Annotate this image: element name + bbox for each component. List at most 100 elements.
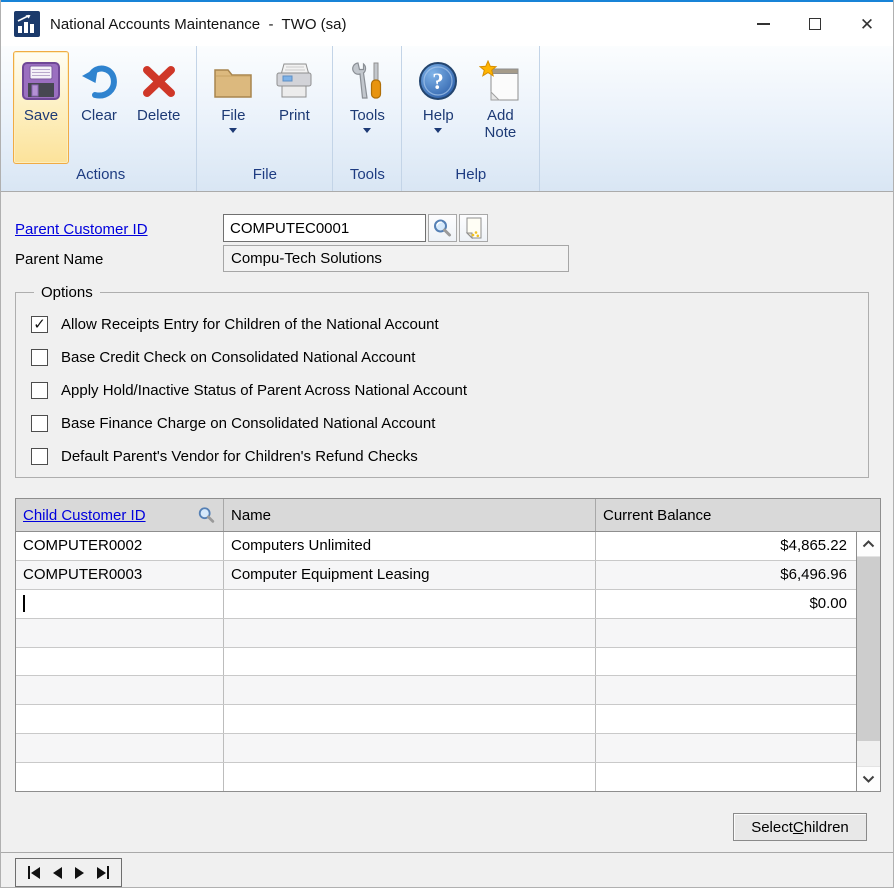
record-navigation xyxy=(15,858,122,887)
app-chart-icon xyxy=(14,11,40,37)
table-row-editing: $0.00 xyxy=(16,590,856,619)
parent-customer-id-input[interactable] xyxy=(223,214,426,242)
cell-current-balance[interactable] xyxy=(596,676,856,704)
add-note-label: Add Note xyxy=(477,107,523,142)
chevron-down-icon xyxy=(862,775,875,783)
help-menu-label: Help xyxy=(423,107,454,124)
text-cursor xyxy=(23,595,25,612)
cell-name[interactable]: Computer Equipment Leasing xyxy=(224,561,596,589)
select-children-button[interactable]: Select Children xyxy=(733,813,867,841)
cell-name[interactable] xyxy=(224,676,596,704)
clear-button[interactable]: Clear xyxy=(72,51,126,127)
help-menu-button[interactable]: ? Help xyxy=(410,51,466,136)
undo-arrow-icon xyxy=(80,55,118,107)
checkbox-icon xyxy=(31,448,48,465)
cell-child-customer-id[interactable] xyxy=(16,734,224,762)
checkbox-allow-receipts-entry[interactable]: ✓ Allow Receipts Entry for Children of t… xyxy=(16,308,868,341)
parent-customer-id-link[interactable]: Parent Customer ID xyxy=(15,221,148,238)
cell-child-customer-id[interactable] xyxy=(16,705,224,733)
table-row xyxy=(16,648,856,677)
footer-divider xyxy=(1,852,893,853)
floppy-disk-icon xyxy=(21,55,61,107)
ribbon-group-label-help: Help xyxy=(402,164,539,191)
cell-child-customer-id[interactable] xyxy=(16,590,224,618)
previous-record-button[interactable] xyxy=(53,867,62,879)
last-record-button[interactable] xyxy=(97,866,109,879)
cell-name[interactable] xyxy=(224,648,596,676)
scrollbar-track[interactable] xyxy=(857,557,880,766)
cell-child-customer-id[interactable] xyxy=(16,763,224,791)
cell-child-customer-id[interactable]: COMPUTER0002 xyxy=(16,532,224,560)
checkbox-base-finance-charge[interactable]: Base Finance Charge on Consolidated Nati… xyxy=(16,407,868,440)
cell-current-balance[interactable]: $6,496.96 xyxy=(596,561,856,589)
file-menu-label: File xyxy=(221,107,245,124)
table-row xyxy=(16,676,856,705)
vertical-scrollbar[interactable] xyxy=(856,532,880,791)
chevron-down-icon xyxy=(434,128,442,133)
column-header-current-balance: Current Balance xyxy=(596,499,880,531)
close-icon: ✕ xyxy=(860,16,874,33)
folder-icon xyxy=(213,55,253,107)
close-button[interactable]: ✕ xyxy=(841,2,893,46)
minimize-icon xyxy=(757,23,770,25)
cell-current-balance[interactable] xyxy=(596,619,856,647)
first-record-icon xyxy=(31,867,40,879)
cell-current-balance[interactable] xyxy=(596,648,856,676)
lookup-button[interactable] xyxy=(428,214,457,242)
print-button[interactable]: Print xyxy=(264,51,324,127)
save-button-label: Save xyxy=(24,107,58,124)
printer-icon xyxy=(272,55,316,107)
cell-name[interactable] xyxy=(224,705,596,733)
title-bar: National Accounts Maintenance - TWO (sa)… xyxy=(1,0,893,46)
note-paper-icon xyxy=(464,217,484,239)
add-note-icon xyxy=(479,55,521,107)
cell-name[interactable] xyxy=(224,734,596,762)
last-record-icon xyxy=(97,867,106,879)
ribbon-group-help: ? Help Add Note xyxy=(402,46,539,191)
cell-child-customer-id[interactable] xyxy=(16,676,224,704)
delete-button[interactable]: Delete xyxy=(129,51,188,127)
cell-current-balance[interactable] xyxy=(596,763,856,791)
cell-name[interactable] xyxy=(224,763,596,791)
cell-child-customer-id[interactable] xyxy=(16,619,224,647)
minimize-button[interactable] xyxy=(737,2,789,46)
scroll-down-button[interactable] xyxy=(857,766,880,791)
cell-current-balance[interactable] xyxy=(596,734,856,762)
first-record-button[interactable] xyxy=(28,866,40,879)
column-lookup-button[interactable] xyxy=(197,506,216,525)
ribbon-group-actions: Save Clear xyxy=(5,46,196,191)
cell-name[interactable] xyxy=(224,590,596,618)
maximize-button[interactable] xyxy=(789,2,841,46)
table-row: COMPUTER0002 Computers Unlimited $4,865.… xyxy=(16,532,856,561)
maximize-icon xyxy=(809,18,821,30)
tools-menu-button[interactable]: Tools xyxy=(341,51,393,136)
child-customer-id-link[interactable]: Child Customer ID xyxy=(23,507,146,524)
ribbon-toolbar: Save Clear xyxy=(1,46,893,192)
next-record-button[interactable] xyxy=(75,867,84,879)
magnifier-icon xyxy=(432,218,453,239)
save-button[interactable]: Save xyxy=(13,51,69,164)
checkbox-apply-hold-inactive[interactable]: Apply Hold/Inactive Status of Parent Acr… xyxy=(16,374,868,407)
checkbox-default-parents-vendor[interactable]: Default Parent's Vendor for Children's R… xyxy=(16,440,868,473)
table-header: Child Customer ID Name Current Balance xyxy=(16,499,880,532)
red-x-icon xyxy=(140,55,178,107)
attach-note-button[interactable] xyxy=(459,214,488,242)
parent-name-label: Parent Name xyxy=(15,251,103,268)
cell-current-balance[interactable]: $4,865.22 xyxy=(596,532,856,560)
add-note-button[interactable]: Add Note xyxy=(469,51,531,145)
options-legend: Options xyxy=(34,284,100,301)
cell-current-balance[interactable]: $0.00 xyxy=(596,590,856,618)
cell-name[interactable] xyxy=(224,619,596,647)
checkbox-base-credit-check[interactable]: Base Credit Check on Consolidated Nation… xyxy=(16,341,868,374)
scroll-up-button[interactable] xyxy=(857,532,880,557)
scrollbar-thumb[interactable] xyxy=(857,557,880,741)
cell-name[interactable]: Computers Unlimited xyxy=(224,532,596,560)
cell-child-customer-id[interactable] xyxy=(16,648,224,676)
delete-button-label: Delete xyxy=(137,107,180,124)
print-button-label: Print xyxy=(279,107,310,124)
cell-child-customer-id[interactable]: COMPUTER0003 xyxy=(16,561,224,589)
cell-current-balance[interactable] xyxy=(596,705,856,733)
previous-record-icon xyxy=(53,867,62,879)
chevron-down-icon xyxy=(229,128,237,133)
file-menu-button[interactable]: File xyxy=(205,51,261,136)
